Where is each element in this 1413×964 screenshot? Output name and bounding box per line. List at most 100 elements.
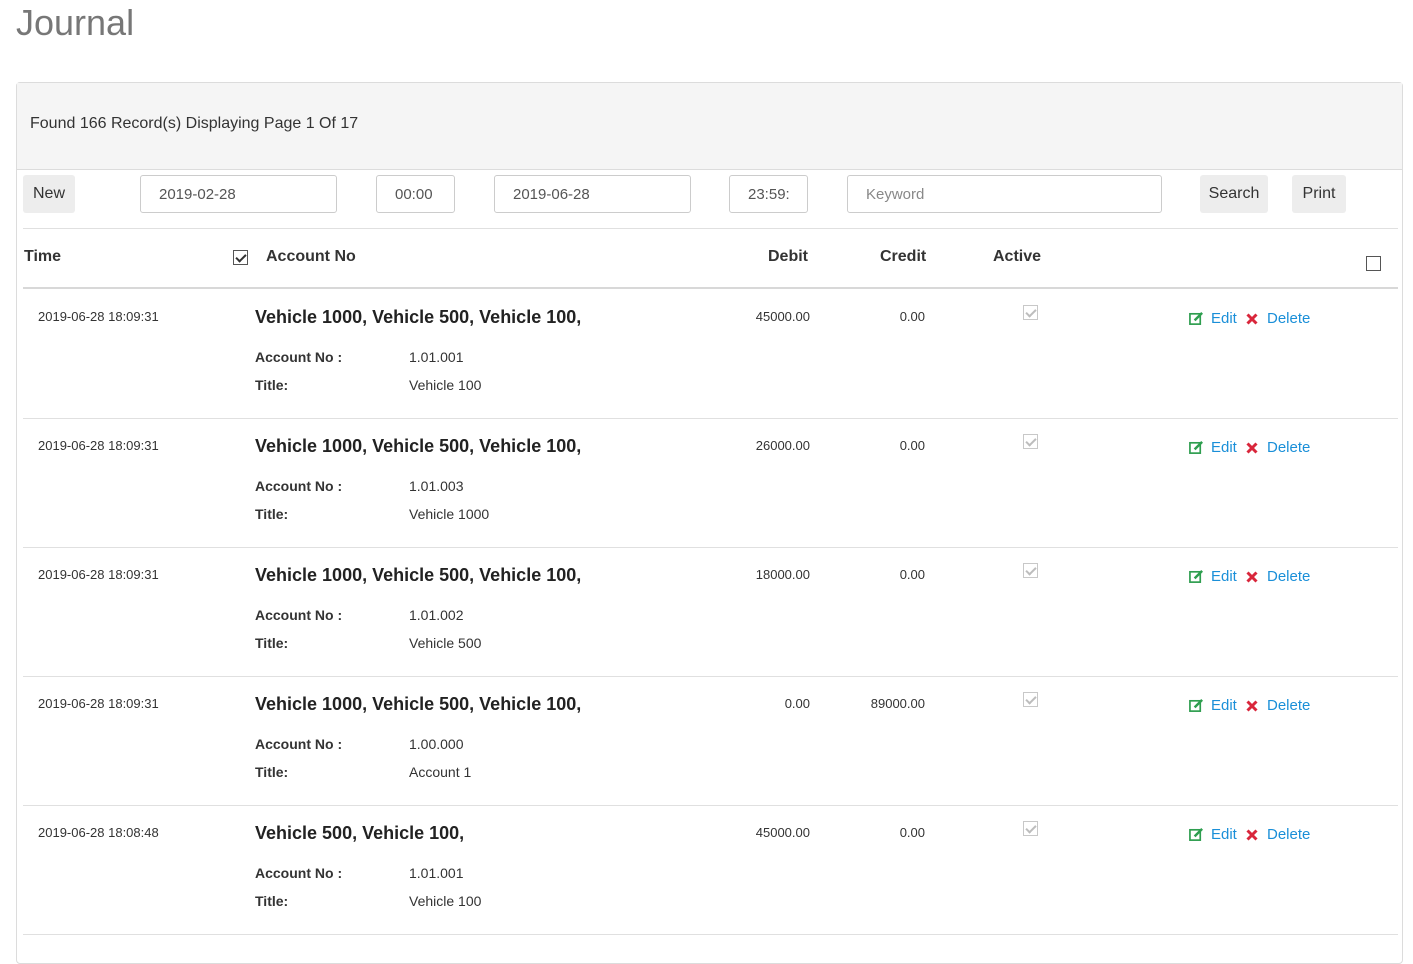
time-to-input[interactable]: [729, 175, 808, 213]
edit-icon: [1189, 828, 1203, 841]
edit-link[interactable]: Edit: [1189, 568, 1237, 585]
row-title-label: Title:: [255, 764, 289, 780]
edit-label: Edit: [1211, 439, 1237, 456]
journal-panel: Found 166 Record(s) Displaying Page 1 Of…: [16, 82, 1403, 964]
row-title: Account 1: [409, 764, 472, 780]
page-title: Journal: [16, 2, 135, 43]
time-from-input[interactable]: [376, 175, 455, 213]
row-account-label: Account No :: [255, 478, 343, 494]
row-credit: 0.00: [899, 309, 925, 324]
edit-link[interactable]: Edit: [1189, 310, 1237, 327]
row-debit: 26000.00: [755, 438, 810, 453]
row-heading: Vehicle 1000, Vehicle 500, Vehicle 100,: [255, 436, 582, 456]
toolbar-divider: [23, 228, 1398, 229]
row-heading: Vehicle 500, Vehicle 100,: [255, 823, 465, 843]
row-account-no: 1.01.002: [409, 607, 464, 623]
delete-label: Delete: [1267, 697, 1311, 714]
row-title-label: Title:: [255, 506, 289, 522]
record-summary: Found 166 Record(s) Displaying Page 1 Of…: [30, 115, 359, 132]
date-from-input[interactable]: [140, 175, 337, 213]
row-time: 2019-06-28 18:09:31: [38, 567, 159, 582]
delete-label: Delete: [1267, 310, 1311, 327]
edit-label: Edit: [1211, 826, 1237, 843]
row-title-label: Title:: [255, 893, 289, 909]
row-active-checkbox: [1023, 434, 1038, 449]
new-button[interactable]: New: [23, 175, 75, 213]
header-active[interactable]: Active: [993, 248, 1041, 266]
row-time: 2019-06-28 18:09:31: [38, 438, 159, 453]
select-all-checkbox[interactable]: [1366, 256, 1381, 271]
delete-label: Delete: [1267, 826, 1311, 843]
date-to-input[interactable]: [494, 175, 691, 213]
delete-label: Delete: [1267, 439, 1311, 456]
row-title: Vehicle 100: [409, 893, 482, 909]
edit-label: Edit: [1211, 310, 1237, 327]
delete-link[interactable]: Delete: [1246, 826, 1310, 843]
row-account-no: 1.00.000: [409, 736, 464, 752]
row-credit: 0.00: [899, 567, 925, 582]
row-debit: 18000.00: [755, 567, 810, 582]
search-button[interactable]: Search: [1200, 175, 1268, 213]
row-title: Vehicle 100: [409, 377, 482, 393]
row-active-checkbox: [1023, 821, 1038, 836]
table-row: 2019-06-28 18:09:31 Vehicle 1000, Vehicl…: [23, 676, 1398, 806]
delete-icon: [1246, 828, 1258, 841]
row-account-label: Account No :: [255, 736, 343, 752]
row-heading: Vehicle 1000, Vehicle 500, Vehicle 100,: [255, 694, 582, 714]
edit-link[interactable]: Edit: [1189, 826, 1237, 843]
table-row: 2019-06-28 18:09:31 Vehicle 1000, Vehicl…: [23, 418, 1398, 548]
delete-link[interactable]: Delete: [1246, 697, 1310, 714]
header-time[interactable]: Time: [24, 248, 61, 266]
edit-icon: [1189, 570, 1203, 583]
row-account-no: 1.01.001: [409, 349, 464, 365]
panel-heading: Found 166 Record(s) Displaying Page 1 Of…: [17, 83, 1402, 170]
delete-icon: [1246, 570, 1258, 583]
row-time: 2019-06-28 18:08:48: [38, 825, 159, 840]
table-row: 2019-06-28 18:09:31 Vehicle 1000, Vehicl…: [23, 289, 1398, 419]
header-account-no[interactable]: Account No: [266, 248, 356, 266]
row-time: 2019-06-28 18:09:31: [38, 309, 159, 324]
header-debit[interactable]: Debit: [768, 248, 808, 266]
delete-label: Delete: [1267, 568, 1311, 585]
delete-icon: [1246, 699, 1258, 712]
row-title-label: Title:: [255, 377, 289, 393]
row-credit: 89000.00: [870, 696, 925, 711]
row-debit: 0.00: [784, 696, 810, 711]
edit-icon: [1189, 441, 1203, 454]
print-button[interactable]: Print: [1292, 175, 1346, 213]
row-account-label: Account No :: [255, 865, 343, 881]
row-title-label: Title:: [255, 635, 289, 651]
edit-icon: [1189, 312, 1203, 325]
header-credit[interactable]: Credit: [880, 248, 926, 266]
edit-link[interactable]: Edit: [1189, 439, 1237, 456]
delete-link[interactable]: Delete: [1246, 439, 1310, 456]
row-heading: Vehicle 1000, Vehicle 500, Vehicle 100,: [255, 307, 582, 327]
edit-icon: [1189, 699, 1203, 712]
row-debit: 45000.00: [755, 309, 810, 324]
row-title: Vehicle 1000: [409, 506, 490, 522]
row-debit: 45000.00: [755, 825, 810, 840]
row-account-no: 1.01.001: [409, 865, 464, 881]
row-account-label: Account No :: [255, 607, 343, 623]
row-active-checkbox: [1023, 305, 1038, 320]
row-title: Vehicle 500: [409, 635, 482, 651]
row-time: 2019-06-28 18:09:31: [38, 696, 159, 711]
header-select-checkbox[interactable]: [233, 250, 248, 265]
row-active-checkbox: [1023, 692, 1038, 707]
delete-icon: [1246, 312, 1258, 325]
delete-link[interactable]: Delete: [1246, 310, 1310, 327]
filter-toolbar: New Search Print: [17, 170, 1402, 228]
edit-label: Edit: [1211, 568, 1237, 585]
row-heading: Vehicle 1000, Vehicle 500, Vehicle 100,: [255, 565, 582, 585]
row-active-checkbox: [1023, 563, 1038, 578]
row-account-label: Account No :: [255, 349, 343, 365]
keyword-input[interactable]: [847, 175, 1162, 213]
row-credit: 0.00: [899, 438, 925, 453]
edit-link[interactable]: Edit: [1189, 697, 1237, 714]
delete-icon: [1246, 441, 1258, 454]
row-credit: 0.00: [899, 825, 925, 840]
table-row: 2019-06-28 18:08:48 Vehicle 500, Vehicle…: [23, 805, 1398, 935]
delete-link[interactable]: Delete: [1246, 568, 1310, 585]
row-account-no: 1.01.003: [409, 478, 464, 494]
edit-label: Edit: [1211, 697, 1237, 714]
